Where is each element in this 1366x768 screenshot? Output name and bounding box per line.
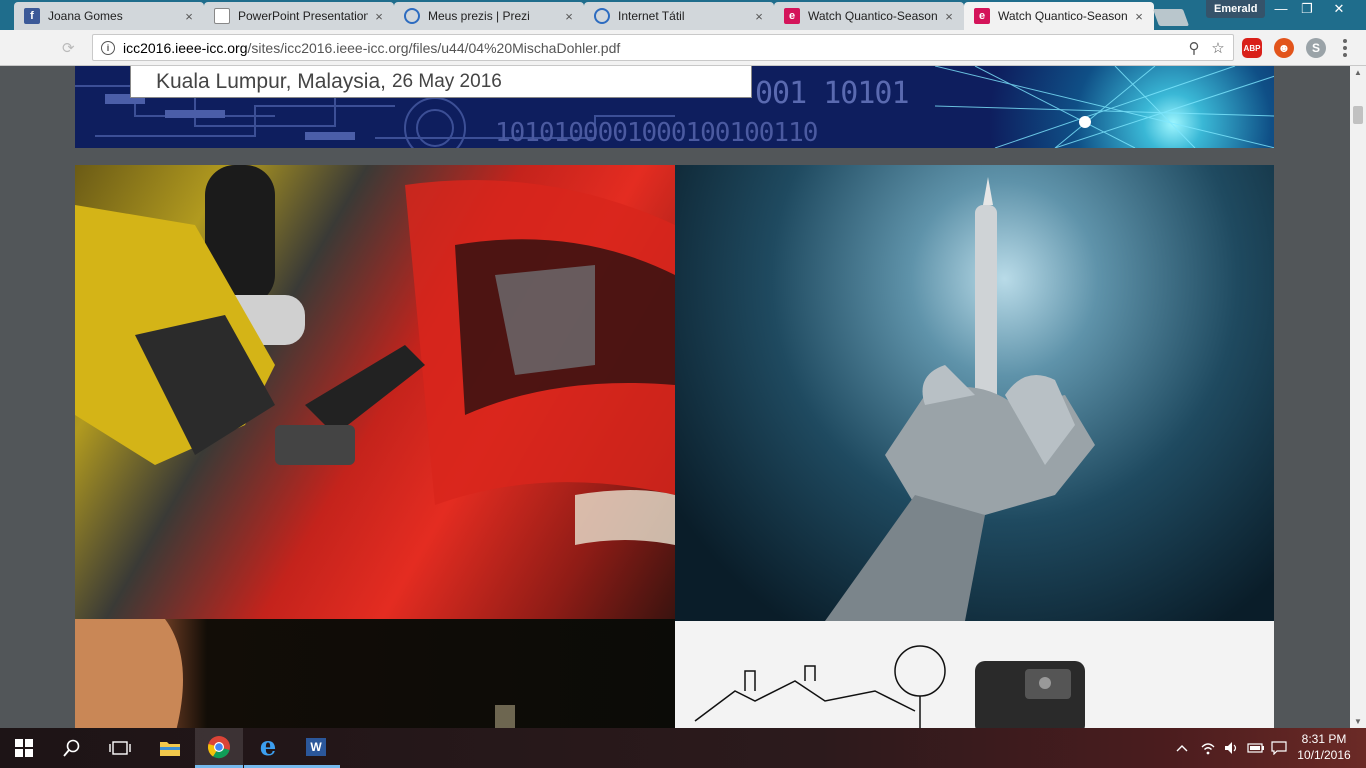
wifi-icon[interactable] (1196, 728, 1220, 768)
pdf-page-banner: 001 10101 1010100001000100100110 Kuala L… (75, 66, 1274, 148)
action-center-icon (1271, 741, 1287, 755)
url-text[interactable]: icc2016.ieee-icc.org/sites/icc2016.ieee-… (123, 40, 1185, 56)
task-view-icon (109, 741, 131, 755)
sketch-graphic (694, 645, 1085, 728)
robot-arm-graphic (75, 165, 675, 545)
tab-close-icon[interactable]: × (942, 9, 956, 24)
pdf-scrollbar[interactable]: ▲ ▼ (1350, 66, 1366, 728)
battery-icon[interactable] (1244, 728, 1268, 768)
chevron-up-icon (1176, 745, 1188, 752)
search-button[interactable] (48, 728, 96, 768)
clock-date: 10/1/2016 (1297, 748, 1351, 762)
url-host: icc2016.ieee-icc.org (123, 39, 248, 56)
hand-graphic (75, 619, 515, 728)
tab-title: Watch Quantico-Season (808, 9, 938, 23)
pdf-page-photos (75, 165, 1274, 728)
bookmark-star-icon[interactable]: ☆ (1209, 39, 1227, 57)
binary-digits-text: 001 10101 (755, 76, 910, 111)
url-path: /sites/icc2016.ieee-icc.org/files/u44/04… (247, 39, 621, 56)
tab-powerpoint-presentation[interactable]: PowerPoint Presentation × (204, 2, 394, 30)
conference-date: 26 May 2016 (391, 70, 502, 92)
tab-close-icon[interactable]: × (182, 9, 196, 24)
edge-icon: e (259, 731, 277, 762)
e-site-icon: e (974, 8, 990, 24)
notifications-icon[interactable] (1268, 728, 1290, 768)
word-icon: W (306, 737, 326, 756)
facebook-icon: f (24, 8, 40, 24)
address-bar[interactable]: i icc2016.ieee-icc.org/sites/icc2016.iee… (92, 34, 1234, 61)
show-hidden-icons-chevron-icon[interactable] (1172, 728, 1192, 768)
scroll-thumb[interactable] (1353, 106, 1363, 124)
tab-title: Internet Tátil (618, 9, 685, 23)
extension-face-icon[interactable]: ☻ (1274, 38, 1294, 58)
robot-arm-car-photo (75, 165, 675, 619)
system-clock[interactable]: 8:31 PM 10/1/2016 (1292, 731, 1356, 763)
scroll-up-arrow-icon[interactable]: ▲ (1354, 68, 1362, 77)
e-site-icon: e (784, 8, 800, 24)
chrome-menu-icon[interactable] (1342, 38, 1348, 58)
tab-close-icon[interactable]: × (562, 9, 576, 24)
tab-close-icon[interactable]: × (372, 9, 386, 24)
tab-close-icon[interactable]: × (752, 9, 766, 24)
prezi-icon (404, 8, 420, 24)
sketch-robot-photo (675, 621, 1274, 728)
restore-button[interactable]: ❐ (1294, 0, 1320, 20)
tab-close-icon[interactable]: × (1132, 9, 1146, 24)
tab-joana-gomes[interactable]: f Joana Gomes × (14, 2, 204, 30)
tab-title: Meus prezis | Prezi (428, 9, 530, 23)
edge-taskbar-button[interactable]: e (244, 728, 292, 768)
document-icon (214, 8, 230, 24)
tab-strip: f Joana Gomes × PowerPoint Presentation … (0, 0, 1366, 30)
profile-button[interactable]: Emerald (1206, 0, 1266, 18)
windows-logo-icon (15, 739, 33, 757)
minimize-button[interactable]: — (1268, 0, 1294, 20)
robot-hand-graphic (825, 177, 1095, 621)
search-icon (63, 739, 80, 757)
windows-taskbar: e W 8:31 PM 10/1/2016 (0, 728, 1366, 768)
tab-meus-prezis[interactable]: Meus prezis | Prezi × (394, 2, 584, 30)
clock-time: 8:31 PM (1301, 732, 1347, 746)
word-taskbar-button[interactable]: W (292, 728, 340, 768)
skype-icon[interactable]: S (1306, 38, 1326, 58)
chrome-taskbar-button[interactable] (195, 728, 243, 768)
prezi-icon (594, 8, 610, 24)
tab-internet-tatil[interactable]: Internet Tátil × (584, 2, 774, 30)
robot-hand-scalpel-photo (675, 165, 1274, 621)
conference-location: Kuala Lumpur, Malaysia, (156, 69, 386, 93)
tab-title: Watch Quantico-Season (998, 9, 1128, 23)
battery-plug-icon (1247, 743, 1264, 753)
wifi-signal-icon (1201, 743, 1215, 755)
network-graphic (934, 66, 1274, 148)
folder-icon (160, 742, 180, 756)
adblock-plus-icon[interactable]: ABP (1242, 38, 1262, 58)
banner-title-box: Kuala Lumpur, Malaysia, 26 May 2016 (130, 66, 752, 98)
pdf-viewer[interactable]: 001 10101 1010100001000100100110 Kuala L… (0, 66, 1350, 728)
tab-title: PowerPoint Presentation (238, 9, 368, 23)
volume-icon[interactable] (1220, 728, 1244, 768)
scroll-down-arrow-icon[interactable]: ▼ (1354, 717, 1362, 726)
browser-toolbar: ⟳ i icc2016.ieee-icc.org/sites/icc2016.i… (0, 30, 1366, 66)
zoom-icon[interactable]: ⚲ (1185, 39, 1203, 57)
tab-watch-quantico-1[interactable]: e Watch Quantico-Season × (774, 2, 964, 30)
tab-watch-quantico-2[interactable]: e Watch Quantico-Season × (964, 2, 1154, 30)
reload-icon[interactable]: ⟳ (62, 39, 80, 57)
new-tab-button[interactable] (1152, 9, 1190, 26)
start-button[interactable] (0, 728, 48, 768)
file-explorer-button[interactable] (146, 728, 194, 768)
network-lines-graphic (934, 66, 1274, 148)
chrome-icon (207, 735, 230, 758)
binary-digits-text: 1010100001000100100110 (495, 118, 818, 148)
speaker-icon (1225, 742, 1237, 754)
hand-dark-photo (75, 619, 675, 728)
site-info-icon[interactable]: i (101, 40, 115, 55)
tab-title: Joana Gomes (48, 9, 123, 23)
close-window-button[interactable]: ✕ (1326, 0, 1352, 20)
task-view-button[interactable] (96, 728, 144, 768)
